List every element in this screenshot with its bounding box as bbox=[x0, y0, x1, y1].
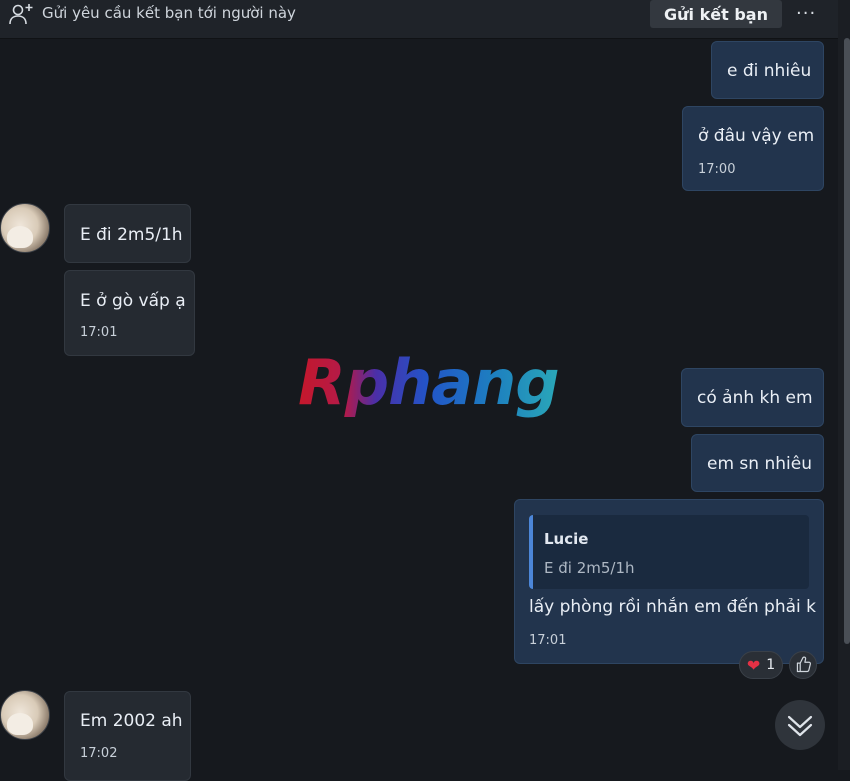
reaction-badge[interactable]: ❤ 1 bbox=[739, 651, 783, 679]
message-bubble-incoming[interactable]: E đi 2m5/1h bbox=[64, 204, 191, 263]
message-time: 17:01 bbox=[529, 633, 567, 648]
friend-request-text: Gửi yêu cầu kết bạn tới người này bbox=[42, 4, 296, 22]
message-time: 17:01 bbox=[80, 325, 118, 340]
watermark-logo: Rphang bbox=[298, 346, 560, 419]
message-bubble-outgoing[interactable]: em sn nhiêu bbox=[691, 434, 824, 492]
reaction-count: 1 bbox=[766, 657, 776, 673]
message-text: có ảnh kh em bbox=[697, 388, 813, 408]
scroll-to-bottom-button[interactable] bbox=[775, 700, 825, 750]
message-bubble-outgoing-reply[interactable]: Lucie E đi 2m5/1h lấy phòng rồi nhắn em … bbox=[514, 499, 824, 664]
friend-request-bar: Gửi yêu cầu kết bạn tới người này Gửi kế… bbox=[0, 0, 838, 39]
more-dots-icon[interactable]: ··· bbox=[796, 3, 818, 24]
thumbs-up-icon bbox=[796, 656, 812, 673]
message-text: e đi nhiêu bbox=[727, 61, 812, 81]
message-text: E đi 2m5/1h bbox=[80, 225, 183, 245]
message-text: em sn nhiêu bbox=[707, 454, 812, 474]
quoted-message[interactable]: Lucie E đi 2m5/1h bbox=[529, 515, 809, 589]
message-text: lấy phòng rồi nhắn em đến phải k bbox=[529, 597, 817, 617]
message-bubble-outgoing[interactable]: có ảnh kh em bbox=[681, 368, 824, 427]
like-button[interactable] bbox=[789, 651, 817, 679]
message-time: 17:00 bbox=[698, 162, 736, 177]
scrollbar-thumb[interactable] bbox=[844, 38, 850, 644]
message-bubble-incoming[interactable]: E ở gò vấp ạ 17:01 bbox=[64, 270, 195, 356]
add-friend-button[interactable]: Gửi kết bạn bbox=[650, 0, 782, 28]
avatar[interactable] bbox=[0, 690, 50, 740]
heart-icon: ❤ bbox=[746, 655, 761, 675]
quoted-sender-name: Lucie bbox=[544, 530, 589, 548]
avatar[interactable] bbox=[0, 203, 50, 253]
message-text: ở đâu vậy em bbox=[698, 126, 815, 146]
message-bubble-outgoing[interactable]: e đi nhiêu bbox=[711, 41, 824, 99]
double-chevron-down-icon bbox=[787, 715, 813, 737]
message-text: Em 2002 ah bbox=[80, 711, 183, 731]
person-add-icon bbox=[9, 4, 33, 25]
message-bubble-outgoing[interactable]: ở đâu vậy em 17:00 bbox=[682, 106, 824, 191]
message-time: 17:02 bbox=[80, 746, 118, 761]
quoted-text: E đi 2m5/1h bbox=[544, 559, 635, 577]
message-bubble-incoming[interactable]: Em 2002 ah 17:02 bbox=[64, 691, 191, 781]
message-text: E ở gò vấp ạ bbox=[80, 291, 186, 311]
